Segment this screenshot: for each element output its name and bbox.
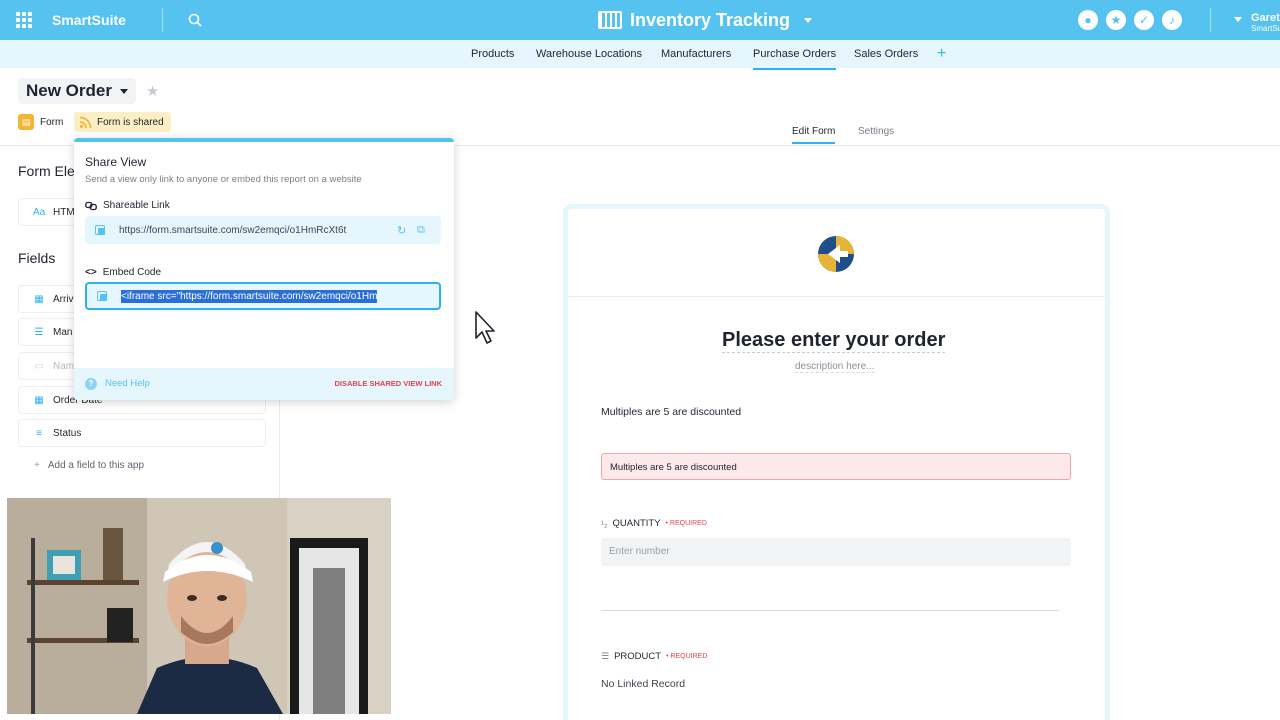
product-field-label[interactable]: ☰ PRODUCT • REQUIRED — [601, 651, 707, 662]
list-icon: ☰ — [34, 326, 44, 338]
add-table-button[interactable]: + — [937, 45, 946, 63]
user-menu-chevron-icon[interactable] — [1234, 17, 1242, 22]
field-label: Status — [53, 427, 82, 439]
presenter-webcam-video — [7, 498, 391, 714]
add-field-button[interactable]: + Add a field to this app — [34, 460, 144, 471]
code-icon: <> — [85, 267, 97, 278]
form-description[interactable]: description here... — [795, 361, 875, 373]
product-linked-record-value[interactable]: No Linked Record — [601, 678, 685, 690]
popover-footer: ? Need Help DISABLE SHARED VIEW LINK — [74, 368, 454, 400]
number-field-icon: ¹₂ — [601, 518, 608, 529]
shareable-link-url[interactable]: https://form.smartsuite.com/sw2emqci/o1H… — [119, 225, 346, 236]
field-label: Nam — [53, 360, 75, 372]
add-field-label: Add a field to this app — [47, 460, 145, 471]
form-header-divider — [568, 296, 1105, 297]
quantity-field-label[interactable]: ¹₂ QUANTITY • REQUIRED — [601, 518, 707, 529]
favorites-star-icon[interactable]: ★ — [1106, 10, 1126, 30]
star-icon[interactable]: ★ — [146, 82, 159, 100]
shareable-link-text: Shareable Link — [103, 200, 170, 211]
form-title[interactable]: Please enter your order — [722, 329, 946, 353]
popover-subtitle: Send a view only link to anyone or embed… — [85, 174, 362, 185]
fields-heading: Fields — [18, 250, 56, 266]
tasks-check-icon[interactable]: ✓ — [1134, 10, 1154, 30]
form-elements-heading: Form Ele — [18, 163, 75, 179]
form-icon: ▤ — [18, 114, 34, 130]
shareable-link-label: Shareable Link — [85, 200, 170, 211]
refresh-icon[interactable]: ↻ — [397, 224, 406, 237]
linked-record-icon: ☰ — [601, 651, 610, 661]
mouse-cursor-icon — [475, 311, 495, 344]
calendar-icon: ▦ — [34, 293, 44, 305]
embed-code-text: Embed Code — [102, 267, 162, 278]
disable-shared-link-button[interactable]: DISABLE SHARED VIEW LINK — [334, 379, 442, 388]
tab-manufacturers[interactable]: Manufacturers — [661, 48, 731, 60]
required-marker: • REQUIRED — [666, 653, 708, 660]
tab-products[interactable]: Products — [471, 48, 514, 60]
user-name[interactable]: Gareth — [1251, 12, 1280, 24]
search-icon[interactable] — [188, 13, 202, 27]
html-element-icon: Aa — [33, 206, 46, 218]
field-label: Man — [53, 326, 73, 338]
shareable-link-field[interactable]: https://form.smartsuite.com/sw2emqci/o1H… — [85, 216, 441, 244]
chevron-down-icon — [119, 88, 128, 94]
field-item[interactable]: ≡ Status — [18, 419, 266, 447]
text-icon: ▭ — [34, 360, 44, 372]
form-text-block[interactable]: Multiples are 5 are discounted — [601, 406, 741, 418]
app-table-icon — [598, 11, 622, 29]
apps-grid-icon[interactable] — [16, 12, 32, 28]
notifications-bell-icon[interactable]: ♪ — [1162, 10, 1182, 30]
required-marker: • REQUIRED — [665, 520, 707, 527]
form-section-divider — [601, 610, 1059, 611]
divider — [162, 8, 163, 32]
quantity-label-text: QUANTITY — [612, 518, 661, 529]
embed-code-label: <> Embed Code — [85, 267, 161, 278]
form-shared-label: Form is shared — [97, 116, 164, 128]
view-type-label: Form — [40, 116, 64, 128]
help-icon[interactable]: ? — [85, 378, 97, 390]
need-help-link[interactable]: Need Help — [105, 378, 150, 389]
tab-edit-form[interactable]: Edit Form — [792, 126, 836, 144]
popover-title: Share View — [85, 155, 147, 169]
quantity-input[interactable]: Enter number — [601, 538, 1071, 566]
view-type-badge[interactable]: ▤ Form — [18, 112, 63, 132]
form-shared-badge[interactable]: Form is shared — [74, 112, 171, 132]
plus-icon: + — [34, 460, 40, 471]
tab-sales-orders[interactable]: Sales Orders — [854, 48, 918, 60]
status-icon: ≡ — [36, 427, 42, 439]
tab-settings[interactable]: Settings — [858, 126, 894, 137]
link-icon — [85, 201, 97, 210]
top-right-actions: ● ★ ✓ ♪ — [1078, 10, 1182, 30]
embed-code-value[interactable]: <iframe src="https://form.smartsuite.com… — [121, 289, 378, 303]
chevron-down-icon — [804, 17, 813, 23]
share-view-popover: Share View Send a view only link to anyo… — [74, 138, 454, 400]
form-element-label: HTM — [53, 206, 75, 218]
divider — [1210, 8, 1211, 32]
field-label: Arriv — [53, 293, 74, 305]
view-title: New Order — [26, 81, 112, 100]
form-alert-block[interactable]: Multiples are 5 are discounted — [601, 453, 1071, 480]
copy-icon[interactable] — [97, 291, 107, 301]
rss-share-icon — [79, 116, 92, 128]
open-external-icon[interactable]: ⧉ — [417, 224, 425, 237]
embed-code-field[interactable]: <iframe src="https://form.smartsuite.com… — [85, 282, 441, 310]
top-bar: SmartSuite Inventory Tracking ● ★ ✓ ♪ Ga… — [0, 0, 1280, 40]
brand-logo[interactable]: SmartSuite — [52, 12, 126, 28]
tab-warehouse-locations[interactable]: Warehouse Locations — [536, 48, 642, 60]
view-title-dropdown[interactable]: New Order — [18, 78, 136, 104]
members-icon[interactable]: ● — [1078, 10, 1098, 30]
copy-icon[interactable] — [95, 225, 105, 235]
product-label-text: PRODUCT — [614, 651, 662, 662]
app-title-switcher[interactable]: Inventory Tracking — [598, 8, 813, 32]
calendar-icon: ▦ — [34, 394, 44, 406]
user-org: SmartSuite — [1251, 24, 1280, 33]
table-tabs: Products Warehouse Locations Manufacture… — [0, 40, 1280, 70]
company-logo-icon — [818, 236, 854, 272]
tab-purchase-orders[interactable]: Purchase Orders — [753, 48, 837, 70]
app-title: Inventory Tracking — [630, 9, 791, 30]
